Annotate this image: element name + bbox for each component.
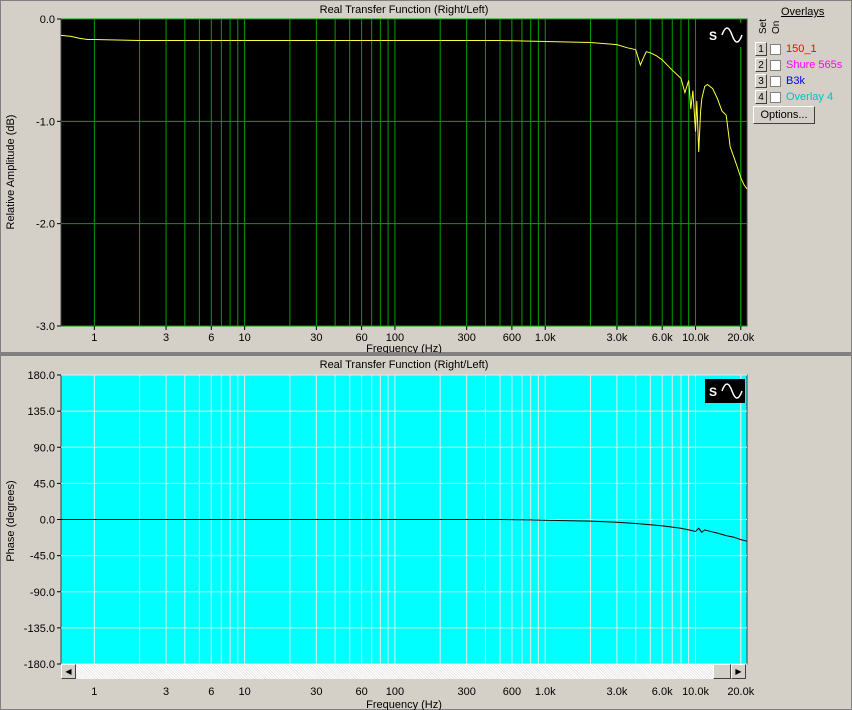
overlay-checkbox-4[interactable] [770, 91, 781, 103]
x-tick-label: 10 [239, 686, 251, 698]
overlay-row-4: 4 Overlay 4 [755, 89, 833, 105]
y-tick-label: 180.0 [27, 370, 55, 382]
x-axis-label: Frequency (Hz) [366, 343, 442, 353]
x-tick-label: 300 [457, 332, 475, 344]
overlay-set-button-3[interactable]: 3 [755, 74, 767, 88]
x-tick-label: 6 [208, 686, 214, 698]
y-tick-label: 45.0 [34, 478, 55, 490]
chart-title: Real Transfer Function (Right/Left) [320, 359, 489, 371]
y-tick-label: -45.0 [30, 551, 55, 563]
on-label: On [771, 20, 782, 34]
overlay-name-3: B3k [786, 75, 805, 87]
x-tick-label: 3.0k [607, 686, 628, 698]
amplitude-chart: Real Transfer Function (Right/Left) 0.0 -1… [5, 4, 755, 353]
x-axis-label: Frequency (Hz) [366, 699, 442, 710]
x-tick-label: 6.0k [652, 332, 673, 344]
scroll-left-button[interactable]: ◀ [61, 664, 76, 679]
st-sine-logo-icon: S [705, 379, 745, 403]
x-tick-label: 100 [386, 686, 404, 698]
x-tick-label: 10 [239, 332, 251, 344]
y-tick-label: -180.0 [24, 659, 55, 671]
x-tick-label: 60 [355, 686, 367, 698]
overlay-checkbox-3[interactable] [770, 75, 781, 87]
x-tick-label: 3.0k [607, 332, 628, 344]
st-sine-logo-icon: S [705, 23, 745, 47]
y-tick-label: 0.0 [40, 515, 55, 527]
overlay-set-button-1[interactable]: 1 [755, 42, 767, 56]
x-tick-label: 1 [91, 332, 97, 344]
overlay-row-1: 1 150_1 [755, 41, 817, 57]
scroll-right-button[interactable]: ▶ [731, 664, 746, 679]
overlay-name-4: Overlay 4 [786, 91, 834, 103]
x-tick-label: 3 [163, 332, 169, 344]
y-tick-label: 135.0 [27, 406, 55, 418]
x-tick-label: 1 [91, 686, 97, 698]
svg-text:S: S [709, 385, 717, 399]
x-tick-label: 10.0k [682, 332, 709, 344]
horizontal-scrollbar[interactable] [76, 664, 713, 679]
x-tick-label: 6.0k [652, 686, 673, 698]
x-tick-label: 30 [310, 686, 322, 698]
y-axis-label: Phase (degrees) [5, 480, 17, 561]
x-tick-label: 1.0k [535, 686, 556, 698]
y-tick-label: -90.0 [30, 587, 55, 599]
phase-panel: Real Transfer Function (Right/Left) 180.0… [0, 355, 852, 710]
x-tick-label: 300 [457, 686, 475, 698]
x-tick-label: 1.0k [535, 332, 556, 344]
y-tick-label: 0.0 [40, 14, 55, 26]
set-label: Set [758, 18, 769, 34]
x-tick-label: 20.0k [727, 686, 754, 698]
overlay-name-1: 150_1 [786, 43, 817, 55]
y-tick-label: -3.0 [36, 321, 55, 333]
overlay-set-button-2[interactable]: 2 [755, 58, 767, 72]
y-tick-label: -2.0 [36, 219, 55, 231]
x-tick-label: 600 [503, 332, 521, 344]
y-tick-label: -135.0 [24, 623, 55, 635]
overlay-checkbox-1[interactable] [770, 43, 781, 55]
x-tick-label: 3 [163, 686, 169, 698]
overlay-checkbox-2[interactable] [770, 59, 781, 71]
overlays-title: Overlays [781, 6, 825, 18]
x-tick-label: 10.0k [682, 686, 709, 698]
options-button[interactable]: Options... [753, 106, 815, 124]
svg-text:S: S [709, 29, 717, 43]
y-axis-label: Relative Amplitude (dB) [5, 115, 17, 230]
phase-chart: Real Transfer Function (Right/Left) 180.0… [5, 359, 755, 710]
x-tick-label: 6 [208, 332, 214, 344]
y-tick-label: -1.0 [36, 116, 55, 128]
overlay-set-button-4[interactable]: 4 [755, 90, 767, 104]
chart-title: Real Transfer Function (Right/Left) [320, 4, 489, 16]
amplitude-panel: Real Transfer Function (Right/Left) 0.0 -1… [0, 0, 852, 353]
x-tick-label: 600 [503, 686, 521, 698]
overlay-row-3: 3 B3k [755, 73, 805, 89]
y-tick-label: 90.0 [34, 442, 55, 454]
x-tick-label: 20.0k [727, 332, 754, 344]
overlay-name-2: Shure 565s [786, 59, 843, 71]
plot-area [60, 18, 748, 327]
overlay-row-2: 2 Shure 565s [755, 57, 842, 73]
scrollbar-thumb[interactable] [713, 664, 731, 679]
x-tick-label: 30 [310, 332, 322, 344]
